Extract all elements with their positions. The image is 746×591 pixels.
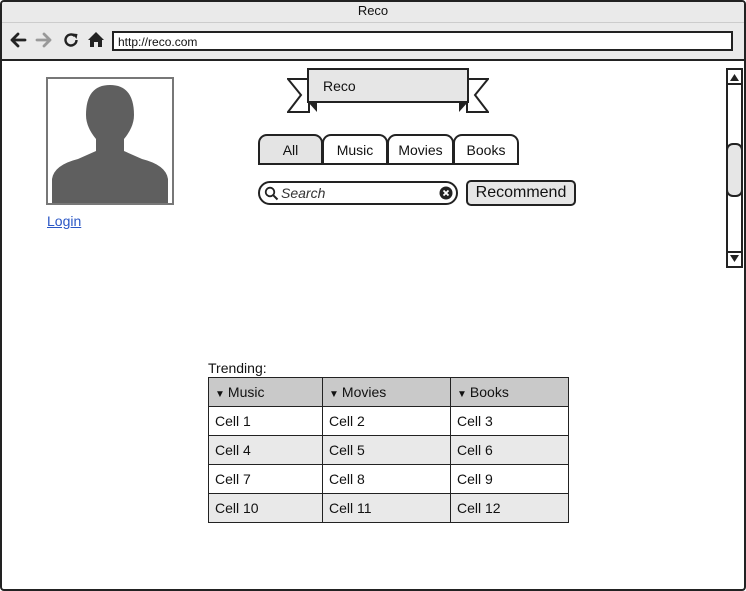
back-arrow-icon[interactable] (8, 29, 28, 51)
table-cell[interactable]: Cell 1 (208, 406, 323, 436)
window-title: Reco (2, 2, 744, 23)
column-header-music[interactable]: ▼ Music (208, 377, 323, 407)
tabs-baseline (258, 163, 519, 165)
user-silhouette-icon (46, 77, 174, 205)
scroll-down-arrow-icon[interactable] (730, 255, 739, 262)
table-cell[interactable]: Cell 7 (208, 464, 323, 494)
scrollbar-thumb[interactable] (726, 143, 743, 197)
sort-down-icon: ▼ (329, 389, 339, 400)
forward-arrow-icon[interactable] (34, 29, 54, 51)
table-cell[interactable]: Cell 10 (208, 493, 323, 523)
scroll-up-arrow-icon[interactable] (730, 74, 739, 81)
reload-icon[interactable] (61, 29, 81, 51)
table-row[interactable]: Cell 4 Cell 5 Cell 6 (208, 435, 569, 465)
home-icon[interactable] (86, 29, 106, 51)
column-header-label: Music (227, 384, 265, 400)
sort-down-icon: ▼ (457, 389, 467, 400)
banner-title: Reco (323, 78, 356, 94)
trending-label: Trending: (208, 360, 267, 376)
column-header-movies[interactable]: ▼ Movies (322, 377, 451, 407)
column-header-books[interactable]: ▼ Books (450, 377, 569, 407)
table-header-row: ▼ Music ▼ Movies ▼ Books (208, 377, 569, 407)
scrollbar[interactable] (726, 68, 743, 268)
table-cell[interactable]: Cell 4 (208, 435, 323, 465)
column-header-label: Movies (341, 384, 387, 400)
table-cell[interactable]: Cell 12 (450, 493, 569, 523)
table-row[interactable]: Cell 1 Cell 2 Cell 3 (208, 406, 569, 436)
table-cell[interactable]: Cell 3 (450, 406, 569, 436)
recommend-button[interactable]: Recommend (466, 180, 576, 206)
tab-movies[interactable]: Movies (387, 134, 454, 164)
url-bar[interactable]: http://reco.com (112, 31, 733, 51)
sort-down-icon: ▼ (215, 389, 225, 400)
trending-table: ▼ Music ▼ Movies ▼ Books Cell 1 Cell 2 Cell… (208, 377, 569, 523)
tab-music[interactable]: Music (322, 134, 388, 164)
search-box[interactable] (258, 181, 458, 205)
table-row[interactable]: Cell 7 Cell 8 Cell 9 (208, 464, 569, 494)
table-cell[interactable]: Cell 9 (450, 464, 569, 494)
browser-toolbar: http://reco.com (2, 23, 744, 61)
clear-search-icon[interactable] (439, 186, 453, 200)
column-header-label: Books (469, 384, 509, 400)
search-input[interactable] (281, 185, 433, 201)
table-cell[interactable]: Cell 8 (322, 464, 451, 494)
table-cell[interactable]: Cell 11 (322, 493, 451, 523)
browser-window: Reco http://reco.com Login Reco All Musi… (0, 0, 746, 591)
tab-books[interactable]: Books (453, 134, 519, 164)
table-cell[interactable]: Cell 5 (322, 435, 451, 465)
table-cell[interactable]: Cell 2 (322, 406, 451, 436)
table-cell[interactable]: Cell 6 (450, 435, 569, 465)
login-link[interactable]: Login (47, 213, 81, 229)
table-row[interactable]: Cell 10 Cell 11 Cell 12 (208, 493, 569, 523)
search-icon (264, 186, 279, 201)
banner-ribbon (287, 68, 489, 113)
tab-all[interactable]: All (258, 134, 323, 164)
